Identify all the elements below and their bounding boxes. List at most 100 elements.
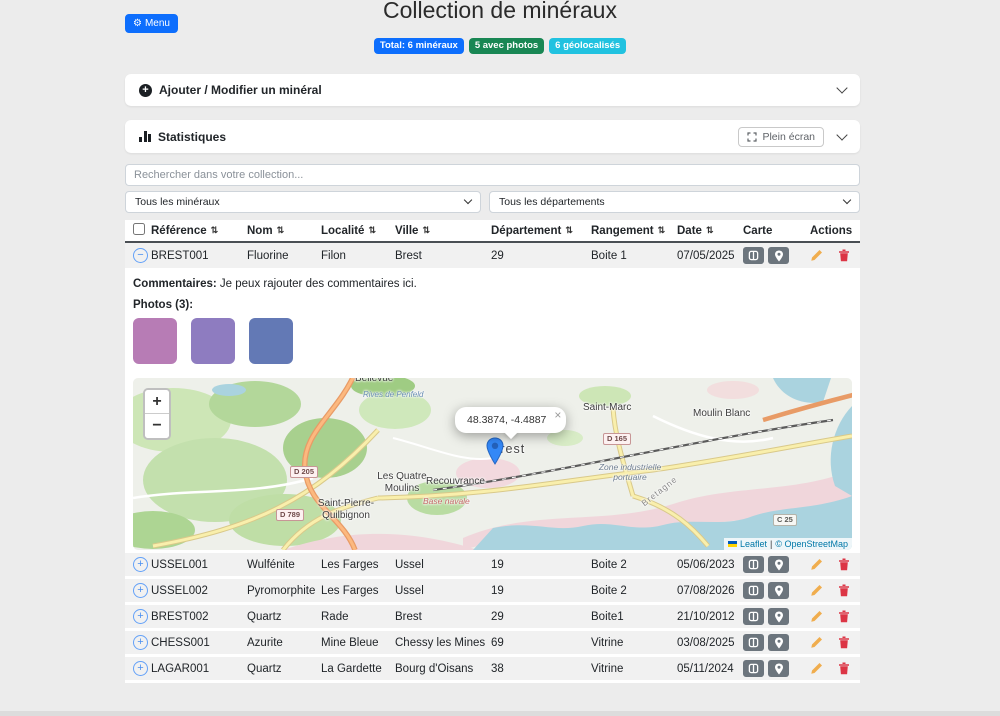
delete-button[interactable]	[838, 558, 850, 571]
zoom-in-button[interactable]: +	[145, 390, 169, 414]
mineral-filter-value: Tous les minéraux	[135, 196, 220, 208]
department-filter-select[interactable]: Tous les départements	[489, 191, 860, 213]
delete-button[interactable]	[838, 584, 850, 597]
cell-reference: BREST001	[151, 250, 247, 262]
column-header-date[interactable]: Date⇅	[677, 225, 743, 237]
show-map-button[interactable]	[743, 556, 764, 573]
bottom-strip	[0, 711, 1000, 716]
show-map-button[interactable]	[743, 660, 764, 677]
expand-row-button[interactable]: +	[133, 583, 148, 598]
gear-icon: ⚙	[133, 18, 142, 29]
column-header-departement[interactable]: Département⇅	[491, 225, 591, 237]
geolocate-button[interactable]	[768, 660, 789, 677]
map-icon	[748, 559, 759, 570]
popup-close-button[interactable]: ×	[554, 409, 561, 421]
photo-thumbnail[interactable]	[191, 318, 235, 364]
delete-button[interactable]	[838, 636, 850, 649]
search-input[interactable]	[125, 164, 860, 186]
column-header-ville[interactable]: Ville⇅	[395, 225, 491, 237]
cell-rangement: Boite 2	[591, 559, 677, 571]
sort-icon: ⇅	[706, 225, 714, 236]
geolocate-button[interactable]	[768, 634, 789, 651]
sort-icon: ⇅	[658, 225, 666, 236]
cell-date: 07/05/2025	[677, 250, 743, 262]
geolocate-button[interactable]	[768, 582, 789, 599]
trash-icon	[838, 610, 850, 623]
leaflet-link[interactable]: Leaflet	[740, 539, 767, 549]
select-all-checkbox[interactable]	[133, 223, 145, 235]
edit-button[interactable]	[810, 249, 823, 262]
menu-button[interactable]: ⚙ Menu	[125, 14, 178, 33]
geolocate-button[interactable]	[768, 556, 789, 573]
column-header-actions: Actions	[805, 225, 852, 237]
fullscreen-button[interactable]: Plein écran	[738, 127, 824, 147]
edit-button[interactable]	[810, 610, 823, 623]
expand-row-button[interactable]: +	[133, 661, 148, 676]
cell-date: 07/08/2026	[677, 585, 743, 597]
add-mineral-panel: + Ajouter / Modifier un minéral	[125, 74, 860, 106]
map-attribution: Leaflet | © OpenStreetMap	[724, 538, 852, 550]
trash-icon	[838, 636, 850, 649]
map-label: Bellevue	[355, 378, 393, 384]
map-pin-icon	[774, 585, 784, 597]
sort-icon: ⇅	[211, 225, 219, 236]
show-map-button[interactable]	[743, 608, 764, 625]
add-mineral-panel-header[interactable]: + Ajouter / Modifier un minéral	[125, 74, 860, 106]
cell-nom: Pyromorphite	[247, 585, 321, 597]
photo-thumbnails	[133, 318, 852, 364]
road-ref-chip: D 789	[276, 509, 304, 521]
map-pin-icon	[774, 663, 784, 675]
expand-row-button[interactable]: +	[133, 635, 148, 650]
expand-row-button[interactable]: +	[133, 609, 148, 624]
osm-link[interactable]: © OpenStreetMap	[775, 539, 848, 549]
cell-rangement: Boite1	[591, 611, 677, 623]
map-label: Base navale	[423, 496, 470, 506]
map-pin-icon	[774, 250, 784, 262]
show-map-button[interactable]	[743, 582, 764, 599]
column-header-localite[interactable]: Localité⇅	[321, 225, 395, 237]
column-header-rangement[interactable]: Rangement⇅	[591, 225, 677, 237]
photos-label: Photos (3):	[133, 299, 852, 311]
row-detail-panel: Commentaires: Je peux rajouter des comme…	[125, 268, 860, 553]
expand-row-button[interactable]: +	[133, 557, 148, 572]
mineral-filter-select[interactable]: Tous les minéraux	[125, 191, 481, 213]
show-map-button[interactable]	[743, 247, 764, 264]
cell-localite: Les Farges	[321, 585, 395, 597]
sort-icon: ⇅	[368, 225, 376, 236]
edit-button[interactable]	[810, 584, 823, 597]
cell-localite: Mine Bleue	[321, 637, 395, 649]
comments-text: Je peux rajouter des commentaires ici.	[220, 278, 417, 290]
map-marker-icon[interactable]	[486, 437, 504, 470]
zoom-out-button[interactable]: −	[145, 414, 169, 438]
edit-button[interactable]	[810, 636, 823, 649]
show-map-button[interactable]	[743, 634, 764, 651]
chevron-down-icon	[843, 196, 851, 204]
cell-date: 21/10/2012	[677, 611, 743, 623]
statistics-panel: Statistiques Plein écran	[125, 120, 860, 153]
photo-thumbnail[interactable]	[249, 318, 293, 364]
map-label: Rives de Penfeld	[363, 390, 423, 399]
trash-icon	[838, 662, 850, 675]
cell-reference: USSEL001	[151, 559, 247, 571]
column-header-nom[interactable]: Nom⇅	[247, 225, 321, 237]
collapse-row-button[interactable]: −	[133, 248, 148, 263]
photo-thumbnail[interactable]	[133, 318, 177, 364]
delete-button[interactable]	[838, 249, 850, 262]
leaflet-map[interactable]: Bellevue Rives de Penfeld Saint-Marc Mou…	[133, 378, 852, 550]
delete-button[interactable]	[838, 610, 850, 623]
edit-button[interactable]	[810, 558, 823, 571]
column-header-reference[interactable]: Référence⇅	[151, 225, 247, 237]
summary-badges: Total: 6 minéraux 5 avec photos 6 géoloc…	[0, 38, 1000, 54]
cell-departement: 69	[491, 637, 591, 649]
edit-button[interactable]	[810, 662, 823, 675]
cell-rangement: Boite 2	[591, 585, 677, 597]
map-icon	[748, 663, 759, 674]
geolocate-button[interactable]	[768, 608, 789, 625]
cell-nom: Quartz	[247, 611, 321, 623]
delete-button[interactable]	[838, 662, 850, 675]
statistics-panel-header[interactable]: Statistiques Plein écran	[125, 120, 860, 153]
menu-button-label: Menu	[145, 18, 170, 29]
cell-reference: LAGAR001	[151, 663, 247, 675]
geolocate-button[interactable]	[768, 247, 789, 264]
statistics-panel-title: Statistiques	[158, 130, 226, 144]
